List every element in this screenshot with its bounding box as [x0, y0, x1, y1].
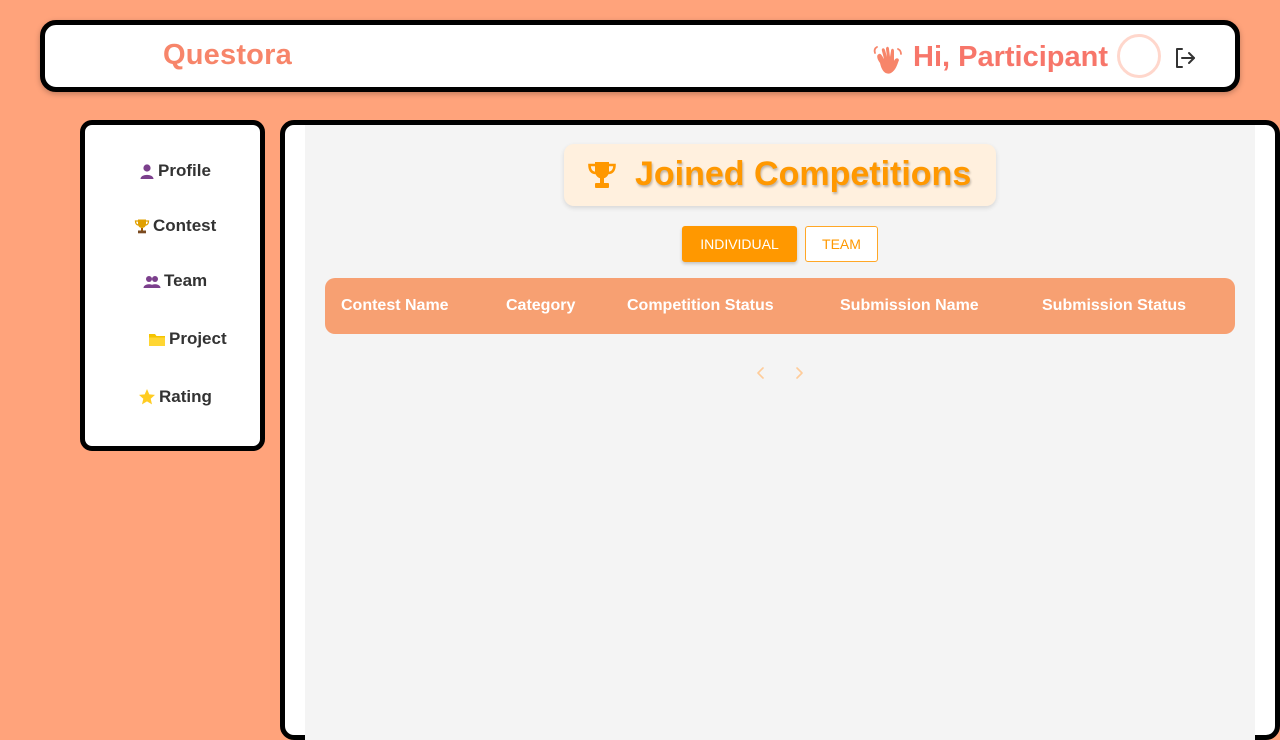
trophy-icon	[134, 219, 150, 234]
sidebar-item-label: Team	[164, 271, 208, 290]
logout-icon[interactable]	[1172, 45, 1198, 71]
folder-icon	[149, 334, 165, 346]
sidebar: Profile Contest Team Project Rating	[80, 120, 265, 451]
table-header: Contest Name Category Competition Status…	[325, 278, 1235, 334]
sidebar-item-profile[interactable]: Profile	[139, 161, 211, 181]
sidebar-item-label: Profile	[158, 161, 211, 180]
sidebar-item-label: Project	[169, 329, 227, 348]
main-panel: Joined Competitions INDIVIDUAL TEAM Cont…	[280, 120, 1280, 740]
top-header: Questora Hi, Participant	[40, 20, 1240, 92]
brand-logo-text[interactable]: Questora	[163, 39, 292, 72]
sidebar-item-project[interactable]: Project	[148, 329, 227, 349]
tab-individual[interactable]: INDIVIDUAL	[682, 226, 797, 262]
user-icon	[140, 164, 154, 179]
waving-hand-icon	[873, 46, 902, 74]
sidebar-item-label: Contest	[153, 216, 217, 235]
sidebar-item-contest[interactable]: Contest	[134, 216, 216, 236]
column-header-category[interactable]: Category	[506, 297, 575, 315]
tab-team[interactable]: TEAM	[805, 226, 878, 262]
content-area: Joined Competitions INDIVIDUAL TEAM Cont…	[305, 125, 1255, 740]
chevron-left-icon[interactable]	[751, 363, 771, 383]
page-title: Joined Competitions	[635, 155, 972, 193]
column-header-competition-status[interactable]: Competition Status	[627, 297, 774, 315]
team-icon	[143, 276, 161, 288]
sidebar-item-team[interactable]: Team	[143, 271, 207, 291]
page-title-card: Joined Competitions	[564, 144, 996, 206]
star-icon	[139, 389, 155, 405]
chevron-right-icon[interactable]	[789, 363, 809, 383]
column-header-submission-status[interactable]: Submission Status	[1042, 297, 1186, 315]
column-header-submission-name[interactable]: Submission Name	[840, 297, 979, 315]
sidebar-item-label: Rating	[159, 387, 212, 406]
sidebar-item-rating[interactable]: Rating	[138, 387, 212, 407]
greeting-text: Hi, Participant	[913, 41, 1108, 73]
avatar[interactable]	[1117, 34, 1161, 78]
column-header-contest-name[interactable]: Contest Name	[341, 297, 449, 315]
trophy-icon	[588, 162, 616, 188]
